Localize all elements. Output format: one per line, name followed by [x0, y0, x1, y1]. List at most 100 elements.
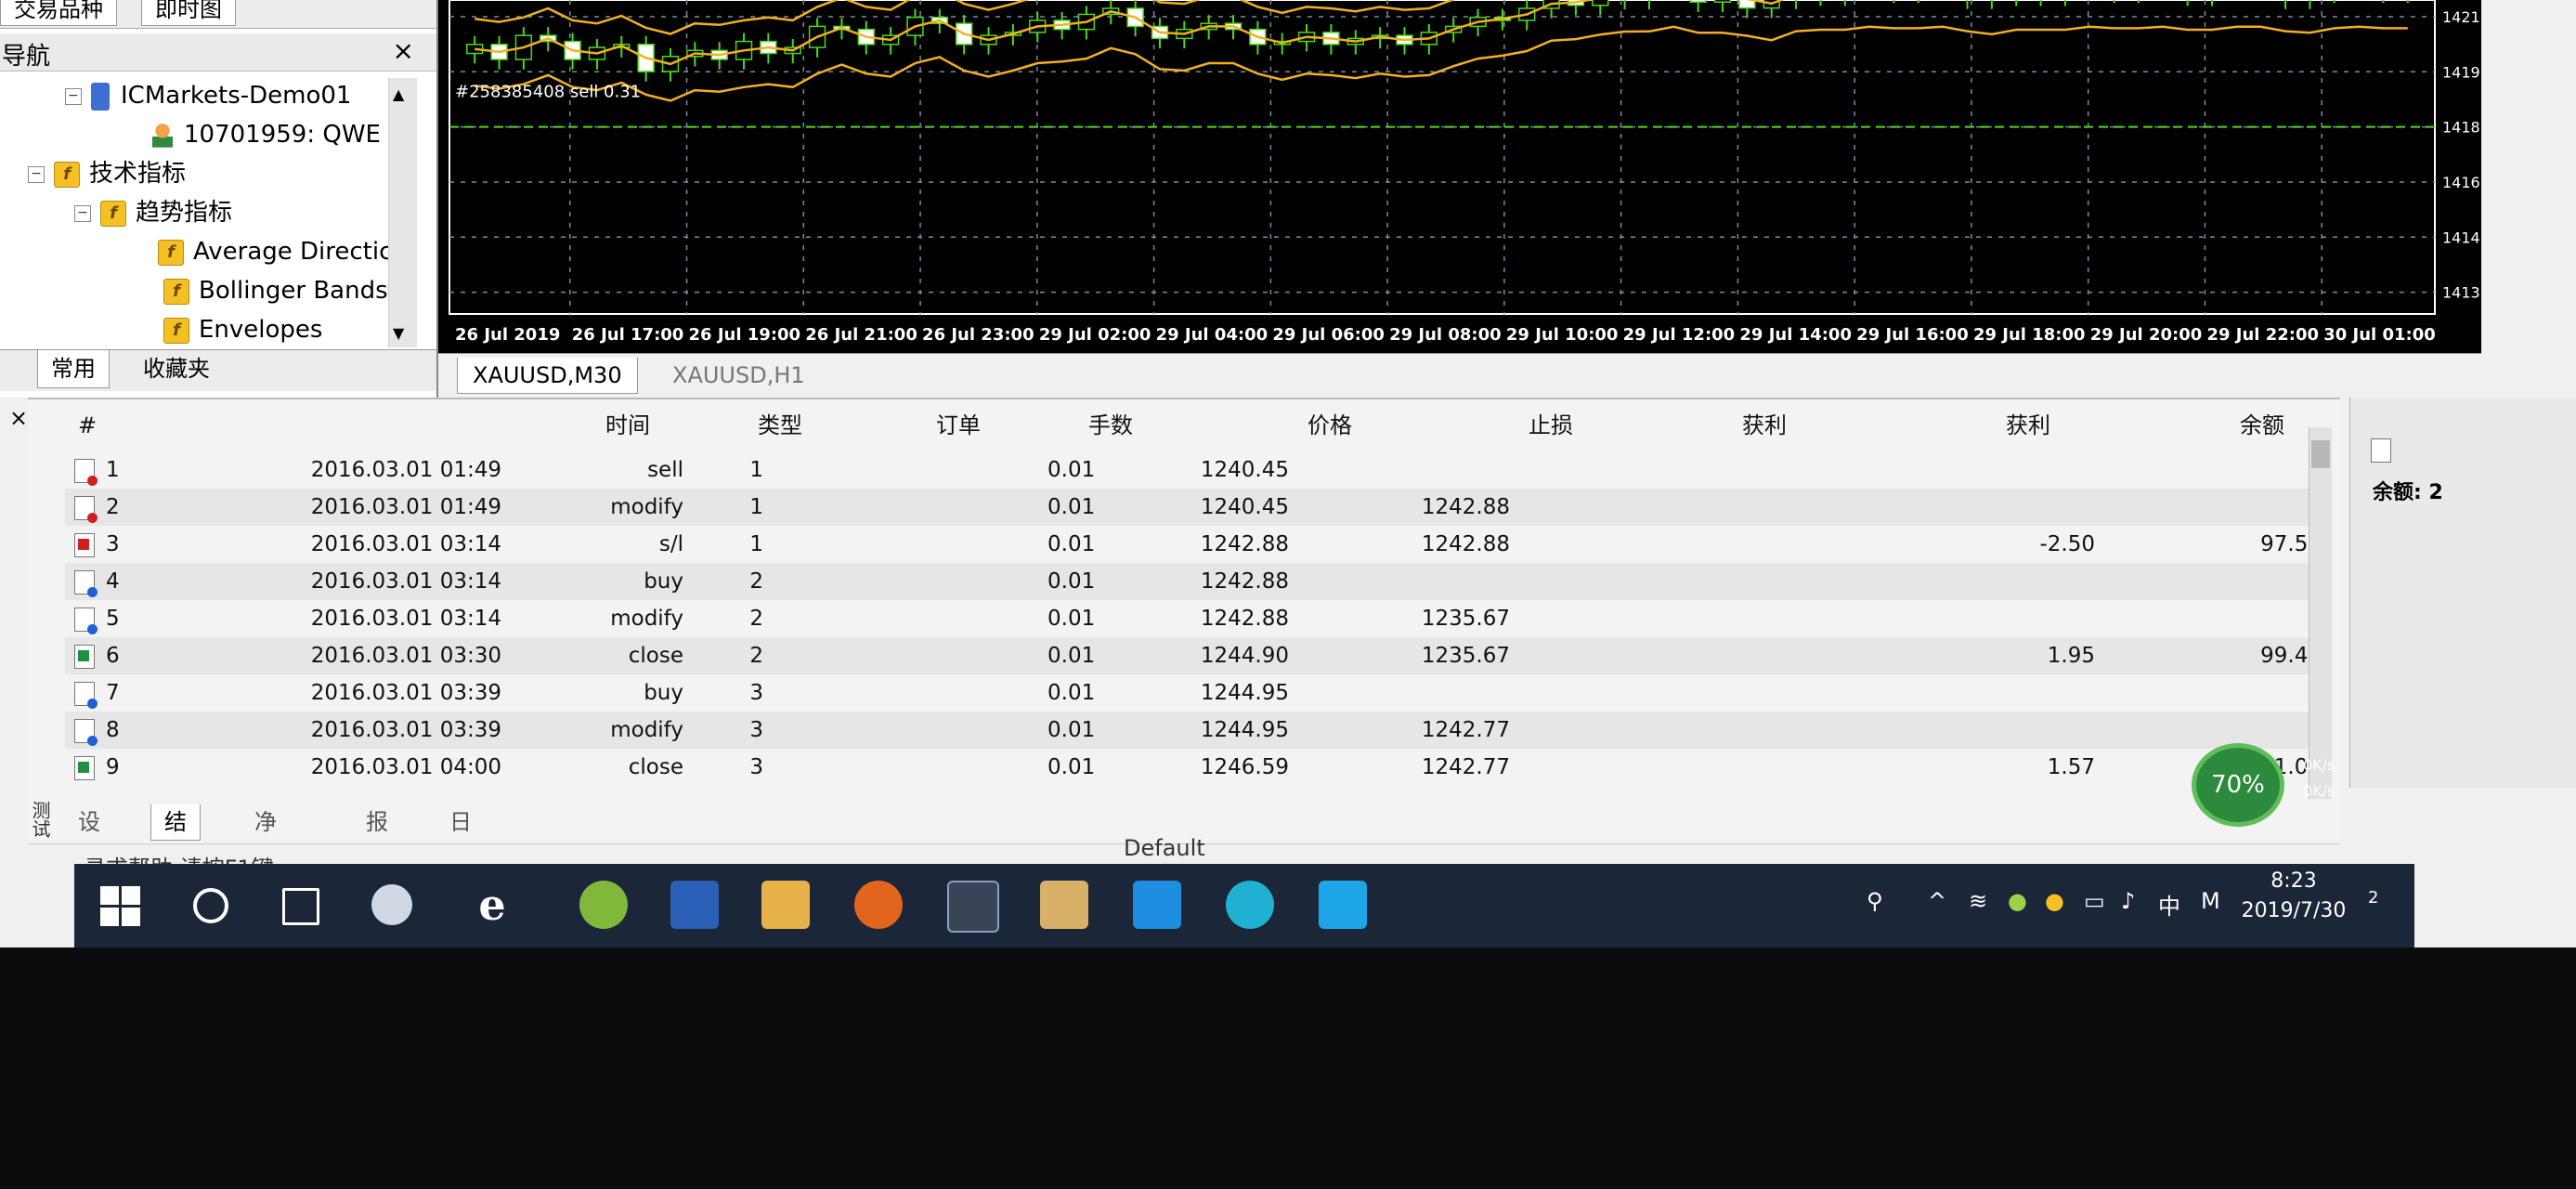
navigator-scrollbar[interactable]: ▲ ▼ [388, 78, 417, 347]
speed-monitor[interactable]: 70% [2192, 743, 2284, 827]
clock-date[interactable]: 2019/7/30 [2238, 899, 2349, 922]
col-lots[interactable]: 手数 [1088, 409, 1133, 442]
scroll-down-icon[interactable]: ▼ [393, 324, 404, 342]
table-row[interactable]: 5 2016.03.01 03:14 modify 2 0.01 1242.88 1235.… [65, 600, 2331, 637]
chart-canvas[interactable]: 1421.50 1419.85 1418.20 1416.55 1414.90 1413.… [438, 0, 2481, 353]
ime-icon[interactable]: M [2201, 888, 2220, 914]
col-price[interactable]: 价格 [1308, 409, 1352, 442]
tree-item-adx[interactable]: f Average Directic [158, 232, 392, 271]
tab-results[interactable]: 结果 [150, 804, 201, 870]
cell-type: sell [647, 458, 683, 482]
bollinger-lower [475, 25, 2408, 102]
right-panel: 余额: 2 [2349, 398, 2576, 788]
col-time[interactable]: 时间 [605, 409, 650, 442]
ie-edge-icon[interactable] [1319, 881, 1367, 929]
function-icon: f [54, 161, 80, 188]
tab-settings[interactable]: 设置 [65, 804, 113, 870]
tab-journal[interactable]: 日志 [436, 804, 485, 870]
close-icon[interactable]: × [9, 405, 28, 431]
metatrader-icon[interactable] [947, 881, 999, 933]
table-row[interactable]: 2 2016.03.01 01:49 modify 1 0.01 1240.45 1242.… [65, 489, 2331, 526]
price-tick-label: 1416.55 [2442, 174, 2481, 191]
clock-time[interactable]: 8:23 [2238, 869, 2349, 893]
tab-favorites[interactable]: 收藏夹 [130, 350, 223, 387]
time-tick-label: 29 Jul 04:00 [1156, 325, 1268, 345]
cell-type: buy [644, 569, 683, 594]
tab-equity-graph[interactable]: 净值图 [241, 804, 290, 906]
app-tray-icon[interactable]: ● [2008, 888, 2027, 914]
table-row[interactable]: 9 2016.03.01 04:00 close 3 0.01 1246.59 1242.7… [65, 749, 2331, 786]
navigator-top-tabs: 交易品种 即时图 [0, 0, 436, 29]
collapse-icon[interactable]: − [28, 165, 45, 183]
deal-type-icon [74, 682, 98, 709]
tab-xauusd-m30[interactable]: XAUUSD,M30 [457, 358, 638, 394]
cell-price: 1242.88 [1200, 607, 1289, 631]
app-tray-icon-2[interactable]: ● [2045, 888, 2064, 914]
volume-icon[interactable]: ♪ [2121, 888, 2135, 914]
notification-count[interactable]: 2 [2368, 888, 2378, 908]
file-explorer-icon[interactable] [761, 881, 810, 929]
cortana-icon[interactable] [193, 888, 228, 923]
navigator-bottom-tabs: 常用 收藏夹 [0, 349, 436, 391]
deal-type-icon [74, 459, 98, 486]
tree-item-indicators[interactable]: − f 技术指标 [28, 154, 186, 193]
table-row[interactable]: 8 2016.03.01 03:39 modify 3 0.01 1244.95 1242.… [65, 712, 2331, 749]
cell-lots: 0.01 [1047, 644, 1096, 668]
table-row[interactable]: 4 2016.03.01 03:14 buy 2 0.01 1242.88 [65, 563, 2331, 600]
collapse-icon[interactable]: − [65, 87, 82, 105]
cell-price: 1244.90 [1200, 644, 1289, 668]
server-icon [91, 82, 110, 111]
collapse-icon[interactable]: − [74, 204, 91, 222]
network-icon[interactable]: ≋ [1969, 888, 1987, 914]
table-row[interactable]: 3 2016.03.01 03:14 s/l 1 0.01 1242.88 1242.88 -… [65, 526, 2331, 563]
tree-item-account-server[interactable]: − ICMarkets-Demo01 [65, 76, 351, 115]
col-id[interactable]: # [78, 409, 97, 442]
cell-sl: 1242.77 [1421, 755, 1510, 779]
table-row[interactable]: 7 2016.03.01 03:39 buy 3 0.01 1244.95 [65, 674, 2331, 712]
pinwheel-app-icon[interactable] [371, 884, 412, 925]
price-tick-label: 1414.90 [2442, 229, 2481, 246]
table-row[interactable]: 1 2016.03.01 01:49 sell 1 0.01 1240.45 [65, 451, 2331, 489]
tab-symbols[interactable]: 交易品种 [0, 0, 117, 26]
cell-sl: 1242.88 [1421, 495, 1510, 519]
app-icon[interactable] [1040, 881, 1088, 929]
ie-browser-icon[interactable]: e [468, 881, 516, 929]
battery-icon[interactable]: ▭ [2084, 888, 2105, 914]
media-player-icon[interactable] [1226, 881, 1274, 929]
windows-start-icon[interactable] [100, 886, 141, 927]
word-icon[interactable] [670, 881, 719, 929]
col-balance[interactable]: 余额 [2240, 409, 2284, 442]
ime-mode[interactable]: 中 [2158, 888, 2180, 921]
tab-xauusd-h1[interactable]: XAUUSD,H1 [657, 358, 820, 393]
task-view-icon[interactable] [282, 888, 319, 925]
table-row[interactable]: 6 2016.03.01 03:30 close 2 0.01 1244.90 1235.6… [65, 637, 2331, 674]
table-scrollbar[interactable] [2309, 427, 2332, 799]
deal-type-icon [74, 533, 95, 557]
chevron-up-icon[interactable]: ^ [1928, 888, 1946, 914]
cell-type: buy [644, 681, 683, 705]
360-browser-icon[interactable] [579, 881, 628, 929]
tab-report[interactable]: 报告 [353, 804, 401, 870]
col-tp[interactable]: 获利 [1742, 409, 1787, 442]
tab-common[interactable]: 常用 [37, 350, 110, 388]
app-icon-blue[interactable] [1133, 881, 1181, 929]
col-profit[interactable]: 获利 [2006, 409, 2050, 442]
scroll-thumb[interactable] [2311, 440, 2330, 468]
col-order[interactable]: 订单 [936, 409, 981, 442]
close-icon[interactable]: × [393, 35, 414, 66]
firefox-icon[interactable] [854, 881, 903, 929]
col-sl[interactable]: 止损 [1529, 409, 1573, 442]
cell-order: 2 [749, 644, 763, 668]
cell-order: 1 [749, 532, 763, 556]
tree-item-envelopes[interactable]: f Envelopes [163, 310, 322, 349]
cell-sl: 1235.67 [1421, 607, 1510, 631]
price-chart[interactable]: 1421.50 1419.85 1418.20 1416.55 1414.90 1413.… [438, 0, 2481, 353]
scroll-up-icon[interactable]: ▲ [393, 85, 404, 103]
function-icon: f [163, 278, 189, 305]
col-type[interactable]: 类型 [758, 409, 802, 442]
tree-item-bollinger[interactable]: f Bollinger Bands [163, 271, 388, 310]
tab-tick-chart[interactable]: 即时图 [141, 0, 236, 26]
tree-item-trend-indicators[interactable]: − f 趋势指标 [74, 193, 232, 232]
tree-item-account[interactable]: 10701959: QWE [152, 115, 381, 154]
people-icon[interactable]: ⚲ [1867, 888, 1883, 914]
